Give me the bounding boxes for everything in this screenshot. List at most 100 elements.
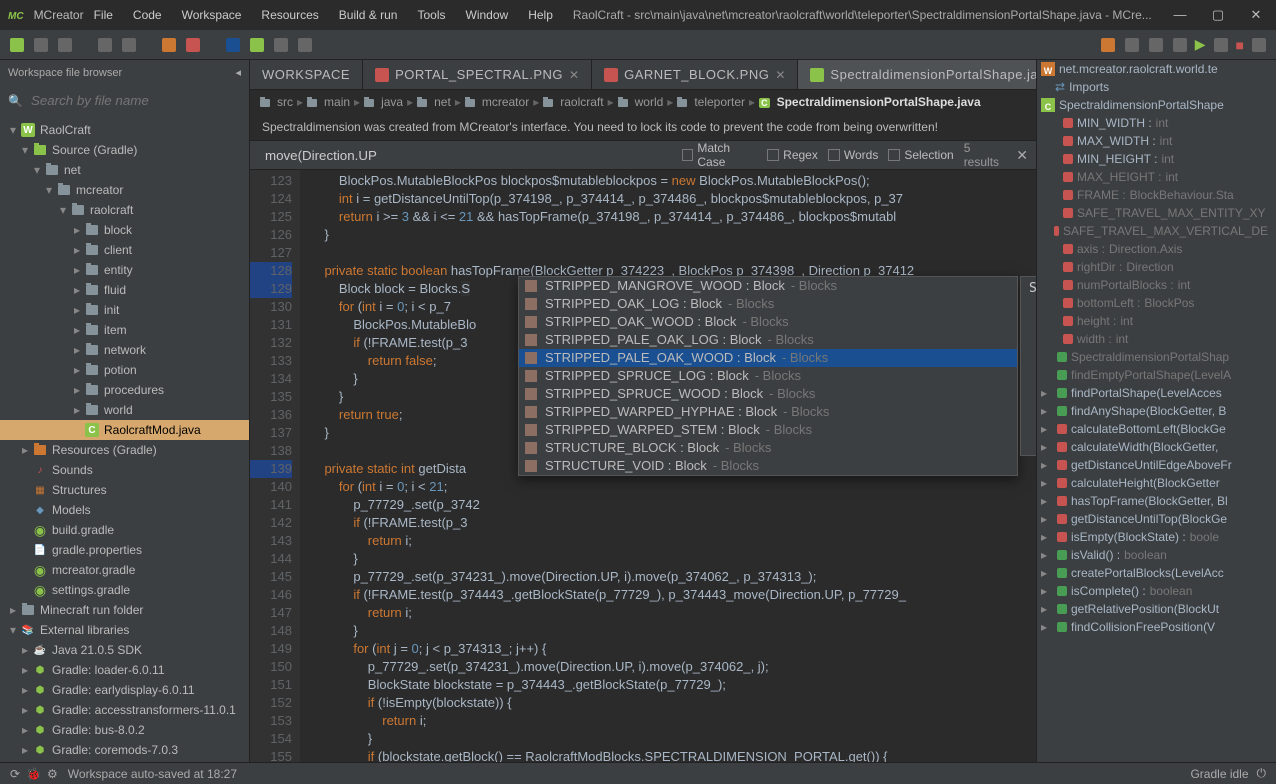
tree-item[interactable]: ▾Source (Gradle) (0, 140, 249, 160)
toolbar-icon[interactable] (250, 38, 264, 52)
tree-item[interactable]: ▾raolcraft (0, 200, 249, 220)
tree-item[interactable]: ◉build.gradle (0, 520, 249, 540)
tree-item[interactable]: ▸⬢Gradle: coremods-7.0.3 (0, 740, 249, 760)
outline-imports[interactable]: ⇄Imports (1037, 78, 1276, 96)
tree-item[interactable]: ▸⬢Gradle: earlydisplay-6.0.11 (0, 680, 249, 700)
outline-method[interactable]: ▸findAnyShape(BlockGetter, B (1037, 402, 1276, 420)
editor-tab[interactable]: PORTAL_SPECTRAL.PNG✕ (363, 60, 592, 89)
outline-method[interactable]: ▸calculateHeight(BlockGetter (1037, 474, 1276, 492)
outline-method[interactable]: ▸findPortalShape(LevelAcces (1037, 384, 1276, 402)
outline-field[interactable]: MAX_HEIGHT : int (1037, 168, 1276, 186)
tree-item[interactable]: ◆Models (0, 500, 249, 520)
menu-tools[interactable]: Tools (407, 8, 455, 22)
autocomplete-item[interactable]: STRIPPED_OAK_WOOD : Block - Blocks (519, 313, 1017, 331)
outline-method[interactable]: ▸calculateWidth(BlockGetter, (1037, 438, 1276, 456)
outline-field[interactable]: width : int (1037, 330, 1276, 348)
outline-class[interactable]: CSpectraldimensionPortalShape (1037, 96, 1276, 114)
outline-method[interactable]: findEmptyPortalShape(LevelA (1037, 366, 1276, 384)
tree-item[interactable]: ▦Structures (0, 480, 249, 500)
tree-item[interactable]: ▸world (0, 400, 249, 420)
toolbar-icon[interactable] (274, 38, 288, 52)
autocomplete-item[interactable]: STRIPPED_SPRUCE_WOOD : Block - Blocks (519, 385, 1017, 403)
autocomplete-item[interactable]: STRIPPED_PALE_OAK_WOOD : Block - Blocks (519, 349, 1017, 367)
outline-method[interactable]: ▸calculateBottomLeft(BlockGe (1037, 420, 1276, 438)
tree-item[interactable]: ▾mcreator (0, 180, 249, 200)
tree-item[interactable]: ▸block (0, 220, 249, 240)
outline-method[interactable]: ▸getDistanceUntilEdgeAboveFr (1037, 456, 1276, 474)
toolbar-icon[interactable] (1101, 38, 1115, 52)
stop-button[interactable]: ■ (1236, 37, 1244, 53)
outline-field[interactable]: numPortalBlocks : int (1037, 276, 1276, 294)
toolbar-icon[interactable] (1173, 38, 1187, 52)
outline-field[interactable]: SAFE_TRAVEL_MAX_VERTICAL_DE (1037, 222, 1276, 240)
close-tab-icon[interactable]: ✕ (775, 68, 785, 82)
tree-item[interactable]: ▾net (0, 160, 249, 180)
autocomplete-item[interactable]: STRIPPED_MANGROVE_WOOD : Block - Blocks (519, 277, 1017, 295)
menu-file[interactable]: File (84, 8, 123, 22)
outline-field[interactable]: MIN_WIDTH : int (1037, 114, 1276, 132)
toolbar-icon[interactable] (226, 38, 240, 52)
tree-item[interactable]: CRaolcraftMod.java (0, 420, 249, 440)
tree-item[interactable]: ▸Minecraft run folder (0, 600, 249, 620)
gear-icon[interactable]: ⚙ (47, 767, 58, 781)
tree-item[interactable]: ▸client (0, 240, 249, 260)
autocomplete-item[interactable]: STRUCTURE_BLOCK : Block - Blocks (519, 439, 1017, 457)
tree-item[interactable]: ♪Sounds (0, 460, 249, 480)
tree-item[interactable]: ▸procedures (0, 380, 249, 400)
toolbar-icon[interactable] (98, 38, 112, 52)
autocomplete-item[interactable]: STRIPPED_SPRUCE_LOG : Block - Blocks (519, 367, 1017, 385)
menu-code[interactable]: Code (123, 8, 172, 22)
new-workspace-icon[interactable] (10, 38, 24, 52)
close-search-icon[interactable]: ✕ (1016, 147, 1028, 164)
toolbar-icon[interactable] (298, 38, 312, 52)
bug-icon[interactable]: 🐞 (26, 767, 41, 781)
outline-field[interactable]: height : int (1037, 312, 1276, 330)
tree-item[interactable]: ▸Resources (Gradle) (0, 440, 249, 460)
outline-field[interactable]: rightDir : Direction (1037, 258, 1276, 276)
autocomplete-item[interactable]: STRIPPED_WARPED_HYPHAE : Block - Blocks (519, 403, 1017, 421)
outline-package[interactable]: Wnet.mcreator.raolcraft.world.te (1037, 60, 1276, 78)
outline-field[interactable]: MIN_HEIGHT : int (1037, 150, 1276, 168)
collapse-icon[interactable]: ◂ (235, 66, 241, 79)
autocomplete-popup[interactable]: STRIPPED_MANGROVE_WOOD : Block - BlocksS… (518, 276, 1018, 476)
outline-field[interactable]: SAFE_TRAVEL_MAX_ENTITY_XY (1037, 204, 1276, 222)
close-button[interactable]: ✕ (1244, 7, 1268, 23)
sync-icon[interactable]: ⟳ (10, 767, 20, 781)
outline-method[interactable]: ▸createPortalBlocks(LevelAcc (1037, 564, 1276, 582)
outline-method[interactable]: ▸findCollisionFreePosition(V (1037, 618, 1276, 636)
outline-method[interactable]: ▸isComplete() : boolean (1037, 582, 1276, 600)
outline-method[interactable]: ▸isEmpty(BlockState) : boole (1037, 528, 1276, 546)
workspace-tab[interactable]: WORKSPACE (250, 60, 363, 89)
toolbar-icon[interactable] (162, 38, 176, 52)
run-button[interactable]: ▶ (1195, 36, 1206, 53)
tree-item[interactable]: ▸network (0, 340, 249, 360)
find-input[interactable] (258, 144, 672, 167)
tree-item[interactable]: ▸potion (0, 360, 249, 380)
tree-item[interactable]: ▸⬢Gradle: loader-6.0.11 (0, 660, 249, 680)
toolbar-icon[interactable] (122, 38, 136, 52)
outline-method[interactable]: ▸getRelativePosition(BlockUt (1037, 600, 1276, 618)
tree-item[interactable]: ▸init (0, 300, 249, 320)
outline-method[interactable]: ▸isValid() : boolean (1037, 546, 1276, 564)
editor-tab[interactable]: GARNET_BLOCK.PNG✕ (592, 60, 798, 89)
toolbar-icon[interactable] (1125, 38, 1139, 52)
outline-field[interactable]: axis : Direction.Axis (1037, 240, 1276, 258)
tree-item[interactable]: ▸☕Java 21.0.5 SDK (0, 640, 249, 660)
match-case-checkbox[interactable]: Match Case (682, 141, 757, 169)
toolbar-icon[interactable] (1252, 38, 1266, 52)
outline-method[interactable]: ▸getDistanceUntilTop(BlockGe (1037, 510, 1276, 528)
regex-checkbox[interactable]: Regex (767, 148, 818, 162)
tree-item[interactable]: ◉settings.gradle (0, 580, 249, 600)
tree-item[interactable]: ▸entity (0, 260, 249, 280)
tree-item[interactable]: ▸fluid (0, 280, 249, 300)
close-tab-icon[interactable]: ✕ (569, 68, 579, 82)
tree-item[interactable]: ▾📚External libraries (0, 620, 249, 640)
menu-workspace[interactable]: Workspace (172, 8, 252, 22)
autocomplete-item[interactable]: STRIPPED_WARPED_STEM : Block - Blocks (519, 421, 1017, 439)
outline-method[interactable]: SpectraldimensionPortalShap (1037, 348, 1276, 366)
editor-tab[interactable]: SpectraldimensionPortalShape.java✕ (798, 60, 1036, 89)
tree-item[interactable]: ▸⬢Gradle: accesstransformers-11.0.1 (0, 700, 249, 720)
autocomplete-item[interactable]: STRIPPED_OAK_LOG : Block - Blocks (519, 295, 1017, 313)
menu-help[interactable]: Help (518, 8, 563, 22)
outline-method[interactable]: ▸hasTopFrame(BlockGetter, Bl (1037, 492, 1276, 510)
